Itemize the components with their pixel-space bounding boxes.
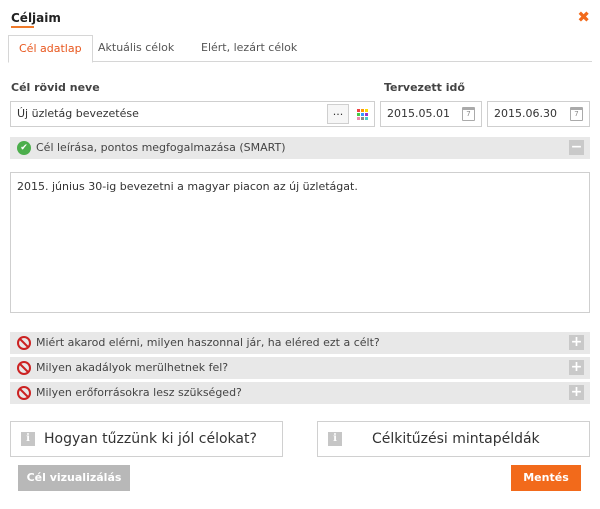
info-how-to-set-goals[interactable]: i Hogyan tűzzünk ki jól célokat? xyxy=(10,421,283,457)
tab-goal-sheet[interactable]: Cél adatlap xyxy=(8,35,93,63)
start-date-value: 2015.05.01 xyxy=(387,107,450,120)
info-how-to-set-goals-label: Hogyan tűzzünk ki jól célokat? xyxy=(44,431,257,447)
question-why-label: Miért akarod elérni, milyen haszonnal já… xyxy=(36,336,380,349)
smart-section-label: Cél leírása, pontos megfogalmazása (SMAR… xyxy=(36,141,286,154)
dialog-title: Céljaim xyxy=(11,11,61,25)
smart-section-header[interactable]: ✔ Cél leírása, pontos megfogalmazása (SM… xyxy=(10,137,590,159)
tab-bar: Cél adatlap Aktuális célok Elért, lezárt… xyxy=(8,35,592,63)
more-options-button[interactable]: ... xyxy=(327,104,349,124)
goal-name-label: Cél rövid neve xyxy=(11,81,100,94)
end-date-value: 2015.06.30 xyxy=(494,107,557,120)
expand-icon[interactable]: + xyxy=(569,385,584,400)
question-obstacles-label: Milyen akadályok merülhetnek fel? xyxy=(36,361,229,374)
title-underline xyxy=(11,26,34,28)
tab-current-goals[interactable]: Aktuális célok xyxy=(88,35,184,62)
checkmark-icon: ✔ xyxy=(17,141,31,155)
start-date-input[interactable]: 2015.05.01 7 xyxy=(380,101,482,127)
goal-description-textarea[interactable]: 2015. június 30-ig bevezetni a magyar pi… xyxy=(10,172,590,313)
planned-time-label: Tervezett idő xyxy=(384,81,465,94)
end-date-input[interactable]: 2015.06.30 7 xyxy=(487,101,590,127)
close-icon[interactable]: ✖ xyxy=(577,8,590,26)
expand-icon[interactable]: + xyxy=(569,335,584,350)
question-why[interactable]: Miért akarod elérni, milyen haszonnal já… xyxy=(10,332,590,354)
goal-name-input[interactable]: Új üzletág bevezetése ... xyxy=(10,101,375,127)
question-resources[interactable]: Milyen erőforrásokra lesz szükséged? + xyxy=(10,382,590,404)
prohibited-icon xyxy=(17,386,31,400)
info-goal-examples-label: Célkitűzési mintapéldák xyxy=(372,431,540,447)
color-palette-icon[interactable] xyxy=(357,109,368,120)
prohibited-icon xyxy=(17,336,31,350)
info-icon: i xyxy=(328,432,342,446)
visualize-goal-button[interactable]: Cél vizualizálás xyxy=(18,465,130,491)
prohibited-icon xyxy=(17,361,31,375)
calendar-icon[interactable]: 7 xyxy=(462,107,475,121)
save-button[interactable]: Mentés xyxy=(511,465,581,491)
goal-name-value: Új üzletág bevezetése xyxy=(17,107,139,120)
collapse-icon[interactable]: − xyxy=(569,140,584,155)
calendar-icon[interactable]: 7 xyxy=(570,107,583,121)
info-goal-examples[interactable]: i Célkitűzési mintapéldák xyxy=(317,421,590,457)
question-obstacles[interactable]: Milyen akadályok merülhetnek fel? + xyxy=(10,357,590,379)
tab-completed-goals[interactable]: Elért, lezárt célok xyxy=(191,35,307,62)
expand-icon[interactable]: + xyxy=(569,360,584,375)
question-resources-label: Milyen erőforrásokra lesz szükséged? xyxy=(36,386,242,399)
info-icon: i xyxy=(21,432,35,446)
